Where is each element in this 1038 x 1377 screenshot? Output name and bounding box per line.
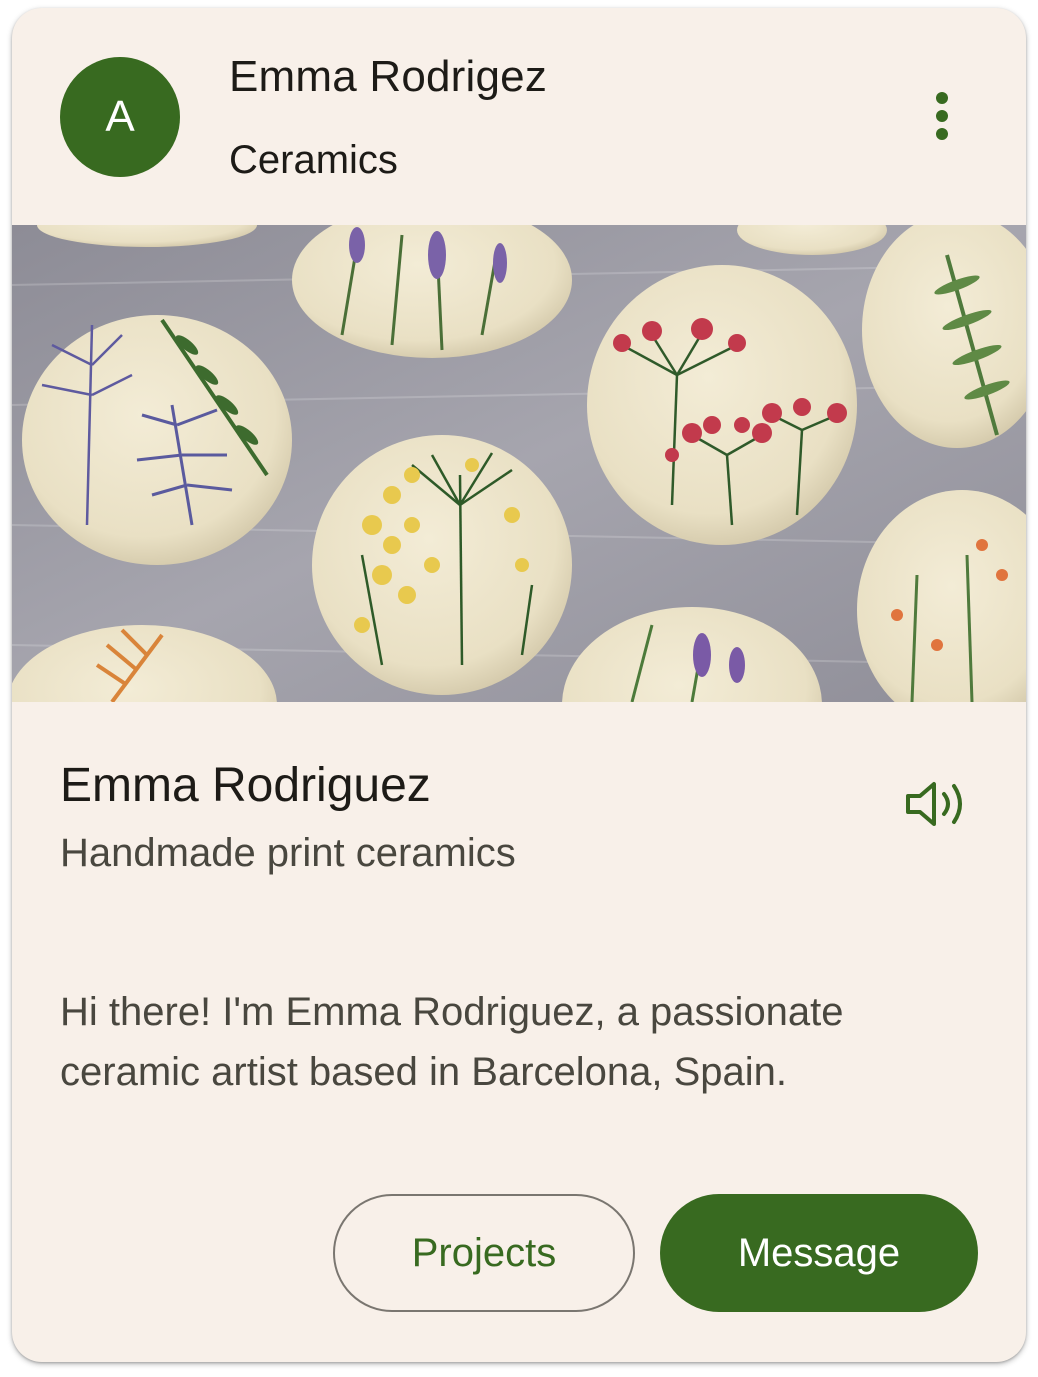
body-subtitle: Handmade print ceramics	[60, 831, 516, 875]
message-button[interactable]: Message	[660, 1194, 978, 1312]
media-image	[12, 225, 1026, 702]
more-vertical-icon	[936, 92, 948, 140]
volume-icon	[906, 782, 962, 826]
projects-button[interactable]: Projects	[333, 1194, 635, 1312]
header-title: Emma Rodrigez	[229, 52, 548, 101]
header-subtitle: Ceramics	[229, 138, 398, 182]
more-options-button[interactable]	[912, 88, 972, 148]
card-header: A Emma Rodrigez Ceramics	[12, 8, 1026, 225]
projects-button-label: Projects	[411, 1230, 557, 1275]
ceramic-plates-image	[12, 225, 1026, 702]
avatar-letter: A	[105, 92, 135, 141]
message-button-label: Message	[737, 1230, 901, 1275]
profile-card: A Emma Rodrigez Ceramics Emma Rodriguez …	[12, 8, 1026, 1362]
read-aloud-button[interactable]	[896, 770, 976, 838]
description-text: Hi there! I'm Emma Rodriguez, a passiona…	[60, 990, 844, 1094]
body-title: Emma Rodriguez	[60, 759, 431, 812]
avatar: A	[60, 57, 180, 177]
